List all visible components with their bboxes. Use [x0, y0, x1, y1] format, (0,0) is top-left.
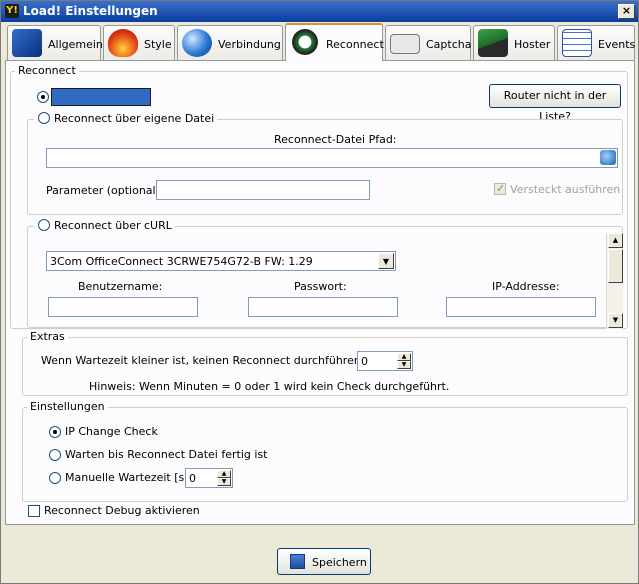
- tab-reconnect[interactable]: Reconnect: [285, 23, 384, 61]
- tab-allgemein[interactable]: Allgemein: [7, 25, 103, 60]
- tab-hoster[interactable]: Hoster: [473, 25, 555, 60]
- spin-down-icon[interactable]: ▼: [397, 361, 411, 369]
- title-bar: Y! Load! Einstellungen ×: [1, 1, 638, 22]
- tab-style[interactable]: Style: [103, 25, 175, 60]
- calendar-icon: [562, 29, 592, 57]
- own-file-radio[interactable]: [38, 112, 50, 124]
- debug-label: Reconnect Debug aktivieren: [44, 504, 200, 517]
- password-input[interactable]: [248, 297, 398, 317]
- tab-content-reconnect: Reconnect Router nicht in der Liste? Rec…: [5, 60, 635, 525]
- spin-up-icon[interactable]: ▲: [397, 353, 411, 361]
- reconnect-group: Reconnect Router nicht in der Liste? Rec…: [10, 64, 628, 329]
- debug-checkbox[interactable]: [28, 505, 40, 517]
- window-title: Load! Einstellungen: [23, 4, 158, 18]
- tab-verbindung[interactable]: Verbindung: [177, 25, 283, 60]
- wait-label: Wenn Wartezeit kleiner ist, keinen Recon…: [41, 354, 394, 367]
- arrows-cycle-icon: [290, 28, 320, 56]
- floppy-disk-icon: [290, 554, 305, 569]
- checkmark-icon: ✓: [496, 182, 506, 195]
- path-label: Reconnect-Datei Pfad:: [274, 133, 397, 146]
- curl-legend: Reconnect über cURL: [34, 219, 175, 232]
- ip-input[interactable]: [446, 297, 596, 317]
- tab-captcha[interactable]: Captcha: [385, 25, 471, 60]
- own-file-legend: Reconnect über eigene Datei: [34, 112, 218, 125]
- wait-file-label: Warten bis Reconnect Datei fertig ist: [65, 448, 268, 461]
- router-not-listed-button[interactable]: Router nicht in der Liste?: [489, 84, 621, 123]
- flame-icon: [108, 29, 138, 57]
- router-select[interactable]: 3Com OfficeConnect 3CRWE754G72-B FW: 1.2…: [46, 251, 396, 271]
- settings-group: Einstellungen IP Change Check Warten bis…: [22, 400, 628, 502]
- tab-label: Reconnect: [326, 38, 384, 51]
- tab-label: Style: [144, 38, 172, 51]
- hidden-run-checkbox[interactable]: ✓: [494, 182, 506, 195]
- spin-up-icon[interactable]: ▲: [217, 470, 231, 478]
- param-input[interactable]: [156, 180, 370, 200]
- settings-window: Y! Load! Einstellungen × Allgemein Style…: [0, 0, 639, 584]
- ip-label: IP-Addresse:: [492, 280, 560, 293]
- extras-group: Extras Wenn Wartezeit kleiner ist, keine…: [22, 330, 628, 396]
- chevron-down-icon[interactable]: ▼: [378, 253, 394, 269]
- captcha-icon: [390, 34, 420, 54]
- password-label: Passwort:: [294, 280, 347, 293]
- tab-label: Allgemein: [48, 38, 103, 51]
- username-input[interactable]: [48, 297, 198, 317]
- tab-label: Captcha: [426, 38, 472, 51]
- spin-down-icon[interactable]: ▼: [217, 478, 231, 486]
- scroll-up-icon[interactable]: ▲: [608, 233, 623, 248]
- globe-icon: [182, 29, 212, 57]
- manual-wait-label: Manuelle Wartezeit [s]: [65, 471, 189, 484]
- path-input[interactable]: [46, 148, 618, 168]
- curl-radio-label: Reconnect über cURL: [54, 219, 172, 232]
- username-label: Benutzername:: [78, 280, 163, 293]
- app-icon: Y!: [5, 4, 19, 18]
- scroll-thumb[interactable]: [608, 249, 623, 283]
- tab-label: Hoster: [514, 38, 551, 51]
- router-radio[interactable]: [37, 91, 49, 103]
- param-label: Parameter (optional):: [46, 184, 164, 197]
- manual-wait-value: 0: [189, 472, 196, 485]
- server-icon: [478, 29, 508, 57]
- own-file-radio-label: Reconnect über eigene Datei: [54, 112, 215, 125]
- curl-radio[interactable]: [38, 219, 50, 231]
- save-button[interactable]: Speichern: [277, 548, 371, 575]
- wait-file-radio[interactable]: [49, 449, 61, 461]
- reconnect-legend: Reconnect: [15, 64, 79, 77]
- tab-events[interactable]: Events: [557, 25, 635, 60]
- tab-label: Events: [598, 38, 636, 51]
- save-button-label: Speichern: [312, 556, 367, 569]
- ip-change-label: IP Change Check: [65, 425, 158, 438]
- wait-value: 0: [361, 355, 368, 368]
- tab-bar: Allgemein Style Verbindung Reconnect Cap…: [5, 23, 635, 61]
- ip-change-radio[interactable]: [49, 426, 61, 438]
- wait-spinner[interactable]: 0 ▲ ▼: [357, 351, 413, 371]
- browse-folder-icon[interactable]: [600, 150, 616, 165]
- curl-scrollbar[interactable]: ▲ ▼: [606, 233, 623, 329]
- manual-wait-spinner[interactable]: 0 ▲ ▼: [185, 468, 233, 488]
- own-file-group: Reconnect über eigene Datei Reconnect-Da…: [27, 112, 623, 215]
- router-selection[interactable]: [51, 88, 151, 106]
- person-card-icon: [12, 29, 42, 57]
- scroll-down-icon[interactable]: ▼: [608, 313, 623, 328]
- hidden-run-label: Versteckt ausführen: [510, 183, 621, 196]
- wait-hint: Hinweis: Wenn Minuten = 0 oder 1 wird ke…: [89, 380, 450, 393]
- manual-wait-radio[interactable]: [49, 472, 61, 484]
- settings-legend: Einstellungen: [27, 400, 108, 413]
- curl-group: Reconnect über cURL 3Com OfficeConnect 3…: [27, 219, 623, 329]
- extras-legend: Extras: [27, 330, 68, 343]
- tab-label: Verbindung: [218, 38, 281, 51]
- router-select-value: 3Com OfficeConnect 3CRWE754G72-B FW: 1.2…: [50, 255, 313, 268]
- close-button[interactable]: ×: [618, 4, 635, 19]
